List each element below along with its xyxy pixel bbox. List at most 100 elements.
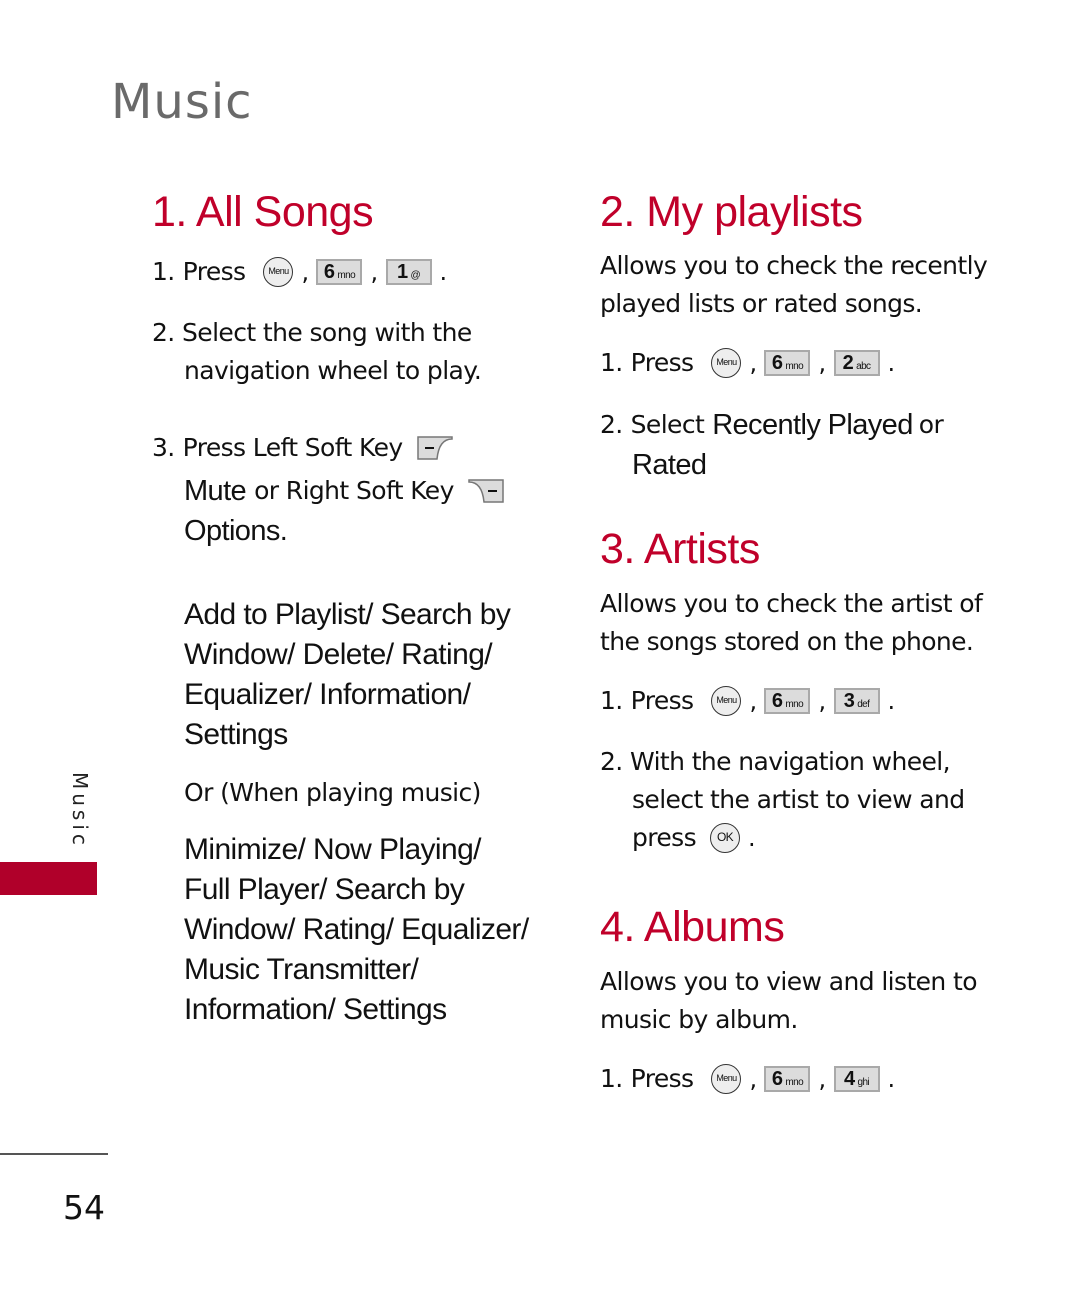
- page-number: 54: [63, 1188, 105, 1227]
- key-digit: 6: [771, 1068, 783, 1090]
- step-text: With the navigation wheel,: [630, 747, 951, 776]
- comma: ,: [749, 687, 757, 715]
- description-line: Allows you to check the artist of: [600, 589, 983, 618]
- period: .: [887, 687, 896, 715]
- options-line: Add to Playlist/ Search by: [184, 598, 511, 631]
- menu-key-icon: Menu: [263, 257, 294, 287]
- my-playlists-description: Allows you to check the recently played …: [600, 247, 988, 323]
- comma: ,: [749, 1065, 757, 1093]
- key-digit: 3: [843, 690, 855, 712]
- step-text: Press: [630, 1064, 694, 1093]
- key-2-abc-icon: 2 abc: [833, 350, 880, 376]
- right-soft-key-icon: [468, 479, 504, 503]
- comma: ,: [818, 1065, 826, 1093]
- key-letters: mno: [785, 699, 804, 710]
- options-line: Music Transmitter/: [184, 953, 419, 986]
- options-line: Equalizer/ Information/: [184, 678, 471, 711]
- options-line: Settings: [184, 718, 288, 751]
- key-letters: mno: [785, 361, 804, 372]
- artists-step-2: 2. With the navigation wheel, select the…: [600, 743, 965, 857]
- menu-key-icon: Menu: [711, 1064, 742, 1094]
- period: .: [887, 1065, 896, 1093]
- step-text: select the artist to view and: [632, 785, 965, 814]
- mute-label: Mute: [184, 475, 247, 507]
- side-tab-label: Music: [68, 772, 92, 849]
- key-3-def-icon: 3 def: [833, 688, 880, 714]
- key-digit: 6: [771, 690, 783, 712]
- key-6-mno-icon: 6 mno: [764, 1066, 811, 1092]
- artists-step-1: 1. Press Menu , 6 mno , 3 def .: [600, 682, 899, 720]
- albums-description: Allows you to view and listen to music b…: [600, 963, 978, 1039]
- step-text: press: [632, 823, 697, 852]
- comma: ,: [749, 349, 757, 377]
- step-number: 1.: [600, 1064, 623, 1093]
- options-line: Full Player/ Search by: [184, 873, 465, 906]
- key-6-mno-icon: 6 mno: [764, 688, 811, 714]
- key-digit: 6: [771, 352, 783, 374]
- options-line: Information/ Settings: [184, 993, 447, 1026]
- key-letters: @: [410, 270, 421, 281]
- step-number: 1.: [152, 257, 175, 286]
- key-digit: 6: [323, 261, 335, 283]
- step-number: 3.: [152, 433, 175, 462]
- options-list: Add to Playlist/ Search by Window/ Delet…: [184, 595, 511, 755]
- step-text: Press: [182, 257, 246, 286]
- step-number: 1.: [600, 686, 623, 715]
- all-songs-step-3: 3. Press Left Soft Key Mute or Right Sof…: [152, 429, 504, 551]
- description-line: the songs stored on the phone.: [600, 627, 974, 656]
- artists-description: Allows you to check the artist of the so…: [600, 585, 983, 661]
- section-heading-my-playlists: 2. My playlists: [600, 188, 863, 236]
- period: .: [748, 824, 756, 852]
- key-letters: def: [857, 699, 870, 710]
- side-tab-marker: [0, 862, 97, 895]
- my-playlists-step-2: 2. Select Recently Played or Rated: [600, 405, 944, 485]
- key-1-voicemail-icon: 1 @: [385, 259, 432, 285]
- step-number: 2.: [152, 318, 175, 347]
- comma: ,: [370, 258, 378, 286]
- key-6-mno-icon: 6 mno: [316, 259, 363, 285]
- description-line: Allows you to check the recently: [600, 251, 988, 280]
- all-songs-step-1: 1. Press Menu , 6 mno , 1 @ .: [152, 253, 451, 291]
- step-number: 2.: [600, 747, 623, 776]
- ok-key-icon: OK: [710, 823, 741, 853]
- menu-key-icon: Menu: [711, 348, 742, 378]
- key-letters: ghi: [857, 1077, 870, 1088]
- description-line: played lists or rated songs.: [600, 289, 923, 318]
- step-text: Select: [630, 410, 705, 439]
- period: .: [887, 349, 896, 377]
- key-letters: abc: [856, 361, 871, 372]
- comma: ,: [818, 349, 826, 377]
- options-label: Options.: [184, 515, 288, 547]
- step-number: 2.: [600, 410, 623, 439]
- section-heading-albums: 4. Albums: [600, 903, 785, 951]
- recently-played-label: Recently Played: [712, 409, 913, 441]
- left-soft-key-icon: [416, 436, 453, 460]
- key-letters: mno: [337, 270, 356, 281]
- albums-step-1: 1. Press Menu , 6 mno , 4 ghi .: [600, 1060, 899, 1098]
- chapter-title: Music: [111, 74, 253, 130]
- description-line: music by album.: [600, 1005, 798, 1034]
- key-letters: mno: [785, 1077, 804, 1088]
- my-playlists-step-1: 1. Press Menu , 6 mno , 2 abc .: [600, 344, 899, 382]
- all-songs-step-2: 2. Select the song with the navigation w…: [152, 314, 482, 390]
- key-digit: 2: [842, 352, 854, 374]
- step-text: Press Left Soft Key: [182, 433, 404, 462]
- key-digit: 1: [396, 261, 408, 283]
- options-line: Window/ Delete/ Rating/: [184, 638, 493, 671]
- comma: ,: [301, 258, 309, 286]
- description-line: Allows you to view and listen to: [600, 967, 978, 996]
- step-text: Press: [630, 348, 694, 377]
- step-text: navigation wheel to play.: [184, 356, 482, 385]
- comma: ,: [818, 687, 826, 715]
- section-heading-artists: 3. Artists: [600, 525, 760, 573]
- period: .: [439, 258, 448, 286]
- key-6-mno-icon: 6 mno: [764, 350, 811, 376]
- key-digit: 4: [843, 1068, 855, 1090]
- footer-rule: [0, 1153, 108, 1155]
- step-text: or: [918, 410, 944, 439]
- section-heading-all-songs: 1. All Songs: [152, 188, 374, 236]
- playing-options-list: Minimize/ Now Playing/ Full Player/ Sear…: [184, 830, 529, 1030]
- step-number: 1.: [600, 348, 623, 377]
- options-line: Window/ Rating/ Equalizer/: [184, 913, 529, 946]
- step-text: or Right Soft Key: [254, 476, 454, 505]
